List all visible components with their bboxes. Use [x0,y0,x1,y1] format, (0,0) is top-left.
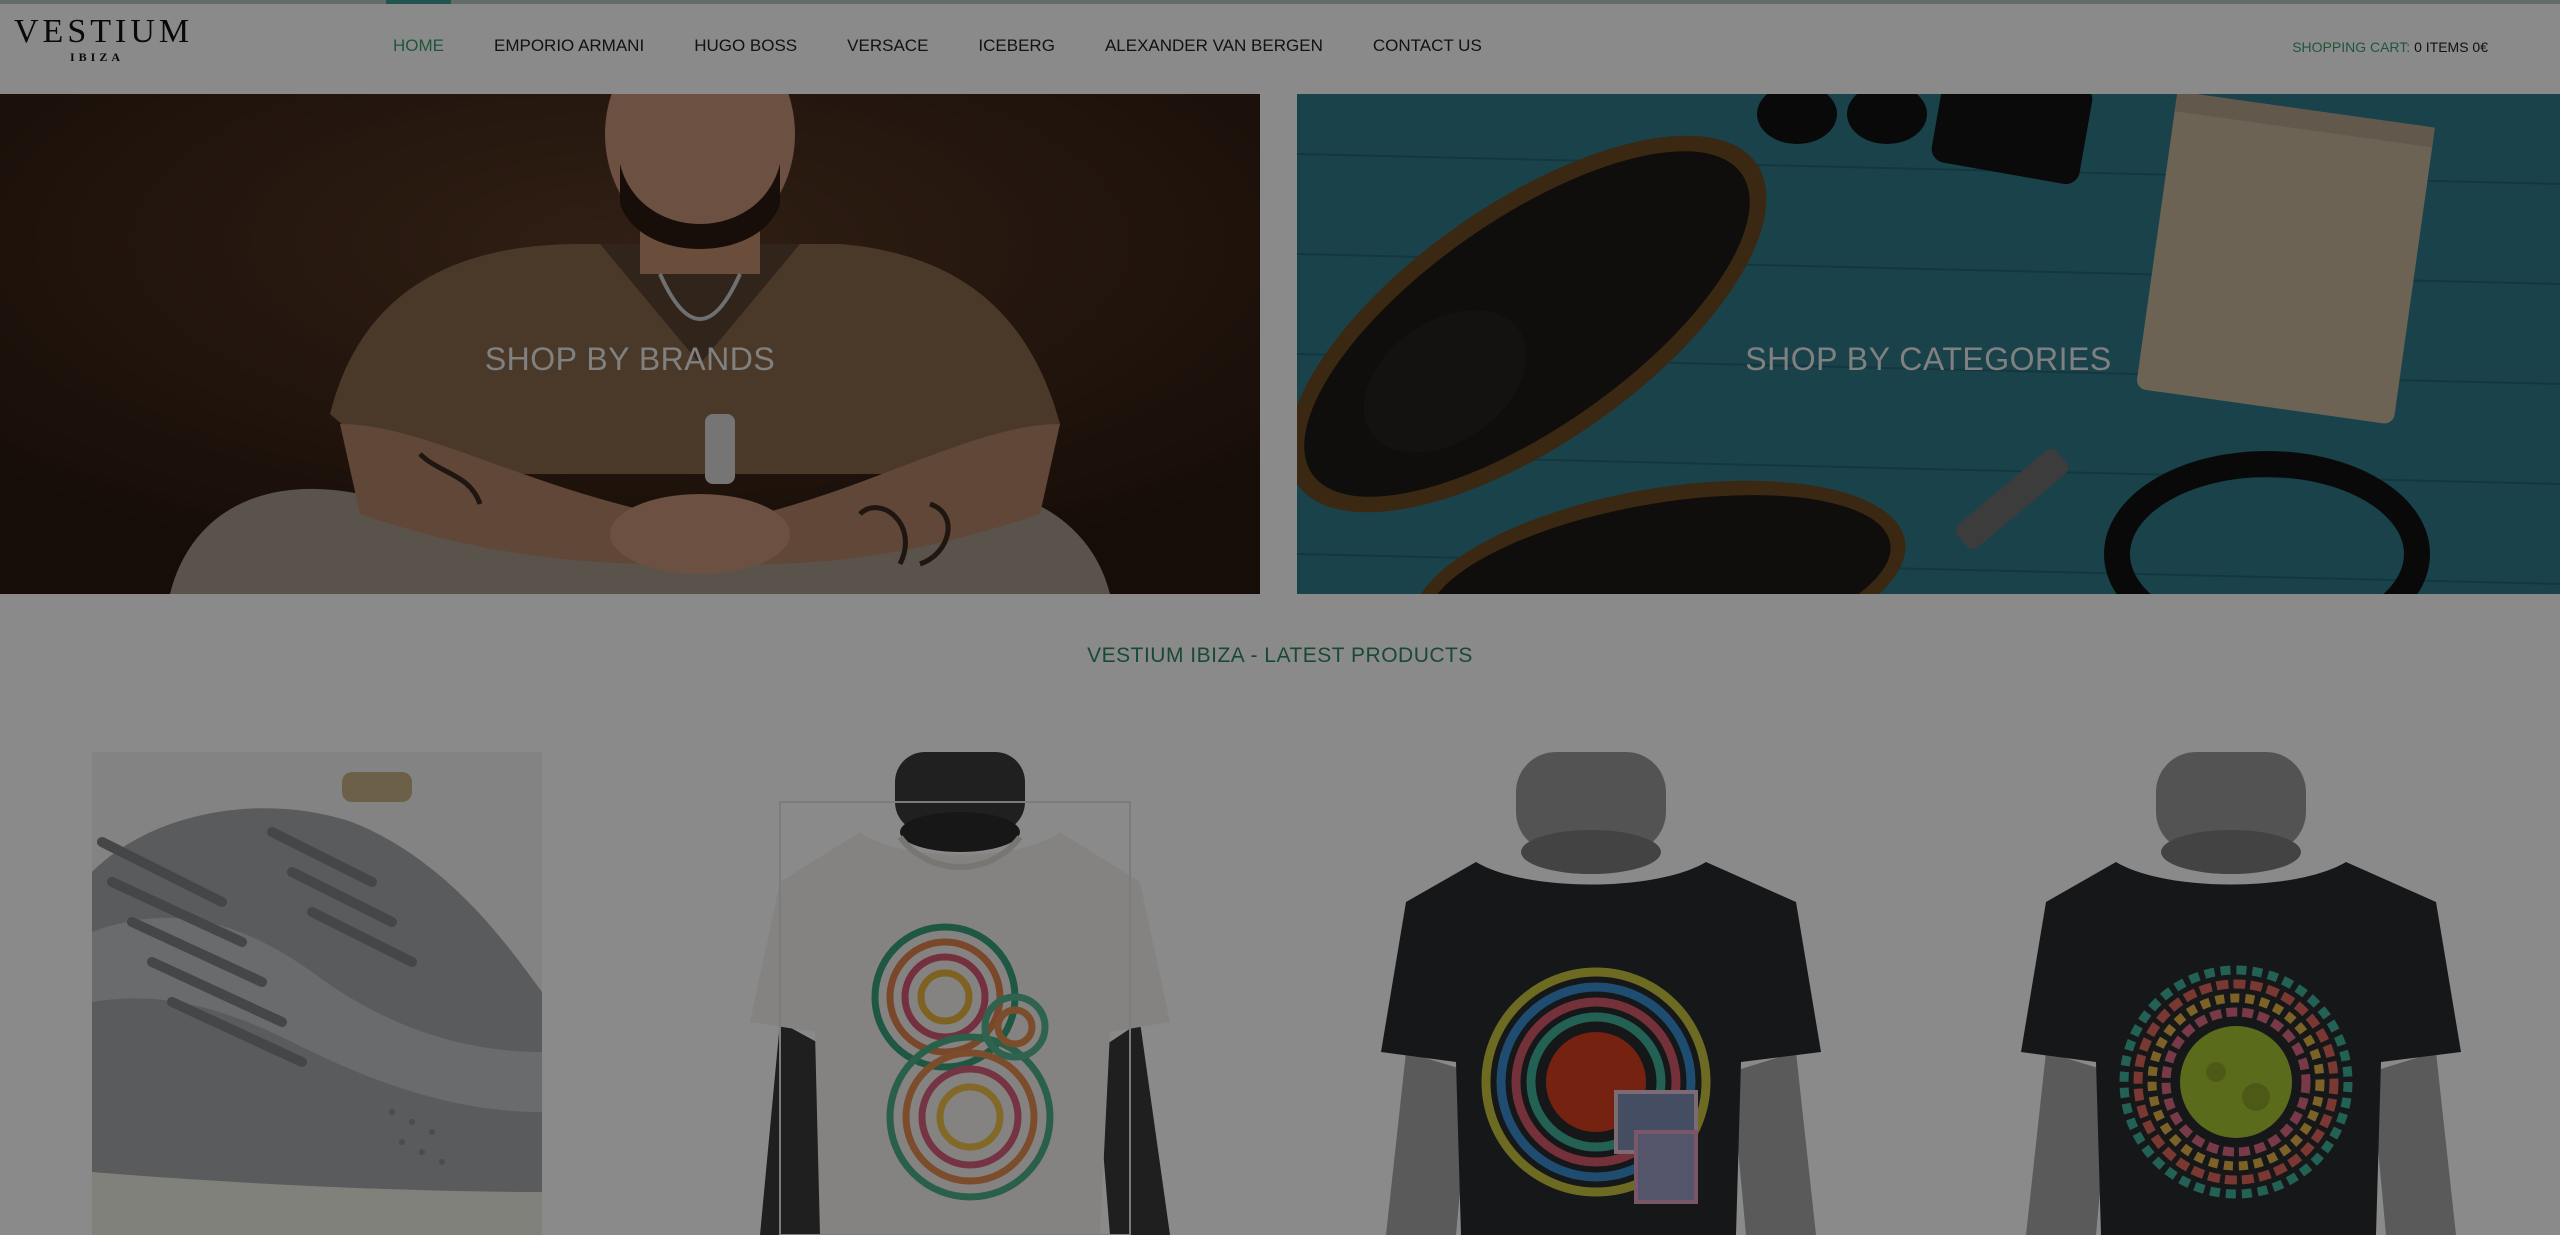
modal-backdrop[interactable] [0,0,2560,1235]
